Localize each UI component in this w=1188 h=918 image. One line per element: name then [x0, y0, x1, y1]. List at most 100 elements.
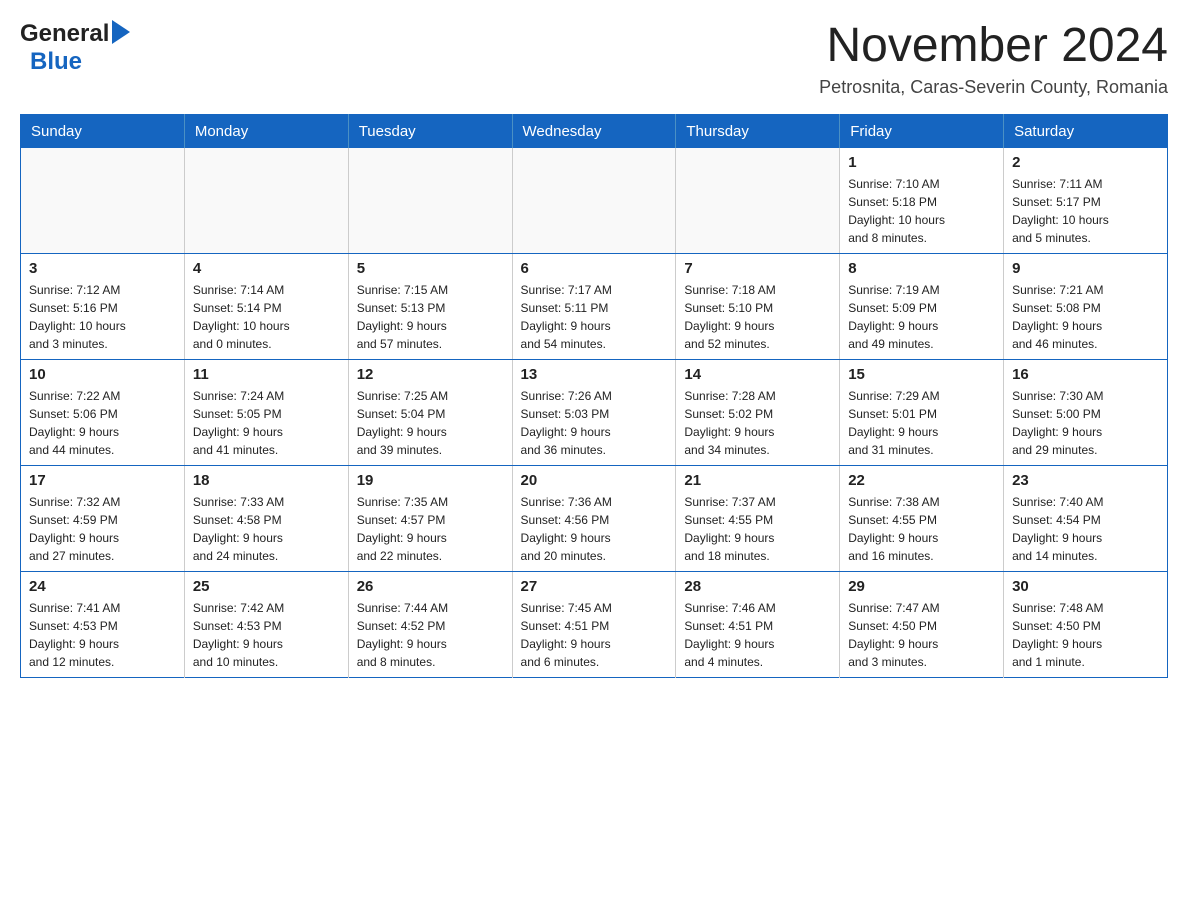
calendar-cell: 10 Sunrise: 7:22 AM Sunset: 5:06 PM Dayli…	[21, 359, 185, 465]
day-number: 3	[29, 260, 176, 277]
calendar-cell: 24 Sunrise: 7:41 AM Sunset: 4:53 PM Dayli…	[21, 571, 185, 677]
day-number: 9	[1012, 260, 1159, 277]
calendar-cell: 20 Sunrise: 7:36 AM Sunset: 4:56 PM Dayli…	[512, 465, 676, 571]
weekday-header-thursday: Thursday	[676, 114, 840, 148]
calendar-cell: 6 Sunrise: 7:17 AM Sunset: 5:11 PM Daylig…	[512, 253, 676, 359]
calendar-cell: 14 Sunrise: 7:28 AM Sunset: 5:02 PM Dayli…	[676, 359, 840, 465]
calendar-cell: 12Sunrise: 7:25 AM Sunset: 5:04 PM Dayli…	[348, 359, 512, 465]
day-number: 6	[521, 260, 668, 277]
day-number: 22	[848, 472, 995, 489]
day-info: Sunrise: 7:14 AM Sunset: 5:14 PM Dayligh…	[193, 281, 340, 353]
calendar-cell: 30 Sunrise: 7:48 AM Sunset: 4:50 PM Dayli…	[1004, 571, 1168, 677]
calendar-cell: 18 Sunrise: 7:33 AM Sunset: 4:58 PM Dayli…	[184, 465, 348, 571]
weekday-header-wednesday: Wednesday	[512, 114, 676, 148]
day-number: 14	[684, 366, 831, 383]
weekday-header-tuesday: Tuesday	[348, 114, 512, 148]
day-info: Sunrise: 7:15 AM Sunset: 5:13 PM Dayligh…	[357, 281, 504, 353]
day-number: 24	[29, 578, 176, 595]
calendar-cell: 13 Sunrise: 7:26 AM Sunset: 5:03 PM Dayli…	[512, 359, 676, 465]
logo-arrow-icon	[112, 20, 130, 44]
day-info: Sunrise: 7:10 AM Sunset: 5:18 PM Dayligh…	[848, 175, 995, 247]
calendar-cell	[184, 148, 348, 254]
day-info: Sunrise: 7:33 AM Sunset: 4:58 PM Dayligh…	[193, 493, 340, 565]
day-info: Sunrise: 7:36 AM Sunset: 4:56 PM Dayligh…	[521, 493, 668, 565]
calendar-cell: 8 Sunrise: 7:19 AM Sunset: 5:09 PM Daylig…	[840, 253, 1004, 359]
day-info: Sunrise: 7:22 AM Sunset: 5:06 PM Dayligh…	[29, 387, 176, 459]
day-info: Sunrise: 7:42 AM Sunset: 4:53 PM Dayligh…	[193, 599, 340, 671]
day-number: 27	[521, 578, 668, 595]
calendar-cell: 3Sunrise: 7:12 AM Sunset: 5:16 PM Daylig…	[21, 253, 185, 359]
day-info: Sunrise: 7:18 AM Sunset: 5:10 PM Dayligh…	[684, 281, 831, 353]
day-number: 5	[357, 260, 504, 277]
day-number: 19	[357, 472, 504, 489]
location-subtitle: Petrosnita, Caras-Severin County, Romani…	[819, 77, 1168, 98]
day-info: Sunrise: 7:29 AM Sunset: 5:01 PM Dayligh…	[848, 387, 995, 459]
weekday-header-saturday: Saturday	[1004, 114, 1168, 148]
day-info: Sunrise: 7:46 AM Sunset: 4:51 PM Dayligh…	[684, 599, 831, 671]
day-info: Sunrise: 7:17 AM Sunset: 5:11 PM Dayligh…	[521, 281, 668, 353]
day-number: 17	[29, 472, 176, 489]
calendar-cell	[676, 148, 840, 254]
day-number: 12	[357, 366, 504, 383]
calendar-cell: 1 Sunrise: 7:10 AM Sunset: 5:18 PM Daylig…	[840, 148, 1004, 254]
day-info: Sunrise: 7:47 AM Sunset: 4:50 PM Dayligh…	[848, 599, 995, 671]
day-number: 21	[684, 472, 831, 489]
logo-general-text: General	[20, 20, 109, 48]
logo: General Blue	[20, 20, 130, 76]
calendar-cell: 17Sunrise: 7:32 AM Sunset: 4:59 PM Dayli…	[21, 465, 185, 571]
calendar-cell: 11 Sunrise: 7:24 AM Sunset: 5:05 PM Dayli…	[184, 359, 348, 465]
day-info: Sunrise: 7:30 AM Sunset: 5:00 PM Dayligh…	[1012, 387, 1159, 459]
calendar-cell: 7 Sunrise: 7:18 AM Sunset: 5:10 PM Daylig…	[676, 253, 840, 359]
day-number: 16	[1012, 366, 1159, 383]
week-row-3: 10 Sunrise: 7:22 AM Sunset: 5:06 PM Dayli…	[21, 359, 1168, 465]
day-number: 18	[193, 472, 340, 489]
day-number: 30	[1012, 578, 1159, 595]
day-number: 2	[1012, 154, 1159, 171]
calendar-cell: 4Sunrise: 7:14 AM Sunset: 5:14 PM Daylig…	[184, 253, 348, 359]
day-number: 29	[848, 578, 995, 595]
day-info: Sunrise: 7:38 AM Sunset: 4:55 PM Dayligh…	[848, 493, 995, 565]
week-row-5: 24 Sunrise: 7:41 AM Sunset: 4:53 PM Dayli…	[21, 571, 1168, 677]
day-number: 23	[1012, 472, 1159, 489]
day-number: 7	[684, 260, 831, 277]
day-number: 10	[29, 366, 176, 383]
day-number: 15	[848, 366, 995, 383]
weekday-header-monday: Monday	[184, 114, 348, 148]
day-info: Sunrise: 7:37 AM Sunset: 4:55 PM Dayligh…	[684, 493, 831, 565]
logo-blue-text: Blue	[30, 48, 82, 76]
day-info: Sunrise: 7:40 AM Sunset: 4:54 PM Dayligh…	[1012, 493, 1159, 565]
day-info: Sunrise: 7:19 AM Sunset: 5:09 PM Dayligh…	[848, 281, 995, 353]
calendar-cell: 16 Sunrise: 7:30 AM Sunset: 5:00 PM Dayli…	[1004, 359, 1168, 465]
calendar-cell: 23 Sunrise: 7:40 AM Sunset: 4:54 PM Dayli…	[1004, 465, 1168, 571]
day-info: Sunrise: 7:26 AM Sunset: 5:03 PM Dayligh…	[521, 387, 668, 459]
day-info: Sunrise: 7:24 AM Sunset: 5:05 PM Dayligh…	[193, 387, 340, 459]
week-row-2: 3Sunrise: 7:12 AM Sunset: 5:16 PM Daylig…	[21, 253, 1168, 359]
week-row-1: 1 Sunrise: 7:10 AM Sunset: 5:18 PM Daylig…	[21, 148, 1168, 254]
weekday-header-sunday: Sunday	[21, 114, 185, 148]
calendar-cell: 21 Sunrise: 7:37 AM Sunset: 4:55 PM Dayli…	[676, 465, 840, 571]
day-info: Sunrise: 7:41 AM Sunset: 4:53 PM Dayligh…	[29, 599, 176, 671]
day-number: 20	[521, 472, 668, 489]
day-number: 13	[521, 366, 668, 383]
month-title: November 2024	[819, 20, 1168, 73]
day-info: Sunrise: 7:21 AM Sunset: 5:08 PM Dayligh…	[1012, 281, 1159, 353]
day-number: 1	[848, 154, 995, 171]
calendar-cell: 29 Sunrise: 7:47 AM Sunset: 4:50 PM Dayli…	[840, 571, 1004, 677]
day-info: Sunrise: 7:45 AM Sunset: 4:51 PM Dayligh…	[521, 599, 668, 671]
day-info: Sunrise: 7:28 AM Sunset: 5:02 PM Dayligh…	[684, 387, 831, 459]
calendar-cell: 22 Sunrise: 7:38 AM Sunset: 4:55 PM Dayli…	[840, 465, 1004, 571]
calendar-cell: 2Sunrise: 7:11 AM Sunset: 5:17 PM Daylig…	[1004, 148, 1168, 254]
calendar-cell: 5 Sunrise: 7:15 AM Sunset: 5:13 PM Daylig…	[348, 253, 512, 359]
calendar-cell	[348, 148, 512, 254]
calendar-cell	[512, 148, 676, 254]
day-number: 28	[684, 578, 831, 595]
calendar-cell: 28 Sunrise: 7:46 AM Sunset: 4:51 PM Dayli…	[676, 571, 840, 677]
day-info: Sunrise: 7:48 AM Sunset: 4:50 PM Dayligh…	[1012, 599, 1159, 671]
day-number: 8	[848, 260, 995, 277]
calendar-cell: 26Sunrise: 7:44 AM Sunset: 4:52 PM Dayli…	[348, 571, 512, 677]
calendar-cell: 15 Sunrise: 7:29 AM Sunset: 5:01 PM Dayli…	[840, 359, 1004, 465]
calendar-cell: 19 Sunrise: 7:35 AM Sunset: 4:57 PM Dayli…	[348, 465, 512, 571]
day-number: 25	[193, 578, 340, 595]
day-number: 11	[193, 366, 340, 383]
day-info: Sunrise: 7:35 AM Sunset: 4:57 PM Dayligh…	[357, 493, 504, 565]
